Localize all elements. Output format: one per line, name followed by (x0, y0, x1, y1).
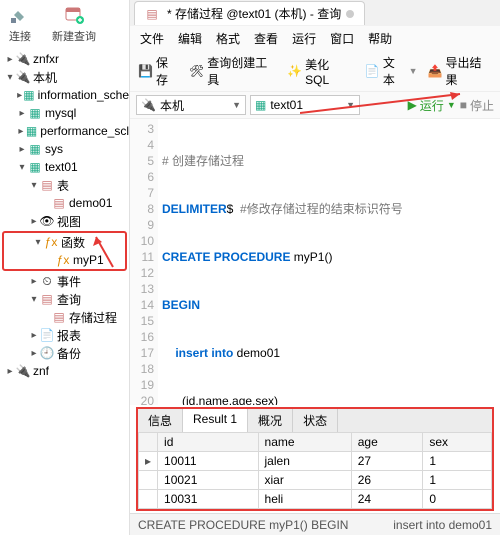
result-grid[interactable]: id name age sex ▸10011jalen271 10021xiar… (138, 432, 492, 509)
database-icon: ▦ (26, 124, 37, 138)
tree-node-db[interactable]: ▸▦sys (0, 140, 129, 158)
play-icon: ▶ (408, 98, 417, 112)
tree-node-backup[interactable]: ▸🕘备份 (0, 344, 129, 362)
status-bar: CREATE PROCEDURE myP1() BEGIN insert int… (130, 513, 500, 535)
sql-editor[interactable]: 34567891011121314151617181920 # 创建存储过程 D… (130, 119, 500, 405)
backup-icon: 🕘 (40, 346, 54, 360)
menu-format[interactable]: 格式 (216, 30, 240, 47)
query-icon: ▤ (40, 292, 54, 306)
chevron-down-icon: ▼ (232, 100, 241, 110)
query-icon: ▤ (145, 7, 159, 21)
database-icon: ▦ (28, 142, 42, 156)
stop-button[interactable]: ■停止 (460, 97, 494, 114)
tree-node-znf[interactable]: ▸🔌znf (0, 362, 129, 380)
table-row[interactable]: 10021xiar261 (139, 471, 492, 490)
save-icon: 💾 (138, 64, 153, 78)
table-row[interactable]: 10031heli240 (139, 490, 492, 509)
view-icon: 👁 (40, 214, 54, 228)
tab-dirty-icon (346, 10, 354, 18)
table-row[interactable]: ▸10011jalen271 (139, 452, 492, 471)
tree-node-report[interactable]: ▸📄报表 (0, 326, 129, 344)
server-icon: 🔌 (16, 364, 30, 378)
export-icon: 📤 (428, 64, 443, 78)
tree-node-events[interactable]: ▸⏲事件 (0, 272, 129, 290)
database-icon: ▦ (23, 88, 34, 102)
tree-node-views[interactable]: ▸👁视图 (0, 212, 129, 230)
menu-run[interactable]: 运行 (292, 30, 316, 47)
beautify-button[interactable]: ✨美化 SQL (287, 56, 355, 87)
plug-icon (8, 4, 32, 26)
database-icon: ▦ (28, 106, 42, 120)
server-icon: 🔌 (141, 98, 156, 112)
tree-node-myp1[interactable]: ƒxmyP1 (4, 251, 125, 269)
database-icon: ▦ (28, 160, 42, 174)
function-icon: ƒx (56, 253, 70, 267)
stop-icon: ■ (460, 98, 467, 112)
text-button[interactable]: 📄文本 ▼ (365, 54, 418, 88)
editor-tabbar: ▤ * 存储过程 @text01 (本机) - 查询 (130, 0, 500, 26)
result-tab-profile[interactable]: 概况 (248, 409, 293, 432)
server-icon: 🔌 (16, 70, 30, 84)
col-sex[interactable]: sex (423, 433, 492, 452)
col-id[interactable]: id (158, 433, 258, 452)
query-icon: ▤ (52, 310, 66, 324)
tree-node-text01[interactable]: ▾▦text01 (0, 158, 129, 176)
result-tab-info[interactable]: 信息 (138, 409, 183, 432)
menu-view[interactable]: 查看 (254, 30, 278, 47)
new-query-icon (62, 4, 86, 26)
tree-node-storedproc[interactable]: ▤存储过程 (0, 308, 129, 326)
tab-title: * 存储过程 @text01 (本机) - 查询 (167, 5, 341, 22)
editor-tab[interactable]: ▤ * 存储过程 @text01 (本机) - 查询 (134, 1, 365, 25)
menu-window[interactable]: 窗口 (330, 30, 354, 47)
function-icon: ƒx (44, 235, 58, 249)
table-group-icon: ▤ (40, 178, 54, 192)
result-tab-status[interactable]: 状态 (293, 409, 338, 432)
connect-button[interactable]: 连接 (8, 4, 32, 44)
event-icon: ⏲ (40, 274, 54, 288)
col-age[interactable]: age (351, 433, 423, 452)
line-gutter: 34567891011121314151617181920 (130, 119, 158, 405)
report-icon: 📄 (40, 328, 54, 342)
tree-node-functions[interactable]: ▾ƒx函数 (4, 233, 125, 251)
database-combo[interactable]: ▦ text01 ▼ (250, 95, 360, 115)
status-right: insert into demo01 (393, 518, 492, 532)
col-name[interactable]: name (258, 433, 351, 452)
builder-icon: 🛠 (189, 64, 204, 78)
menu-help[interactable]: 帮助 (368, 30, 392, 47)
wand-icon: ✨ (287, 64, 302, 78)
results-panel: 信息 Result 1 概况 状态 id name age sex ▸10011… (136, 407, 494, 511)
chevron-down-icon: ▼ (447, 100, 456, 110)
tree-node-db[interactable]: ▸▦mysql (0, 104, 129, 122)
new-query-button[interactable]: 新建查询 (52, 4, 96, 44)
export-button[interactable]: 📤导出结果 (428, 54, 492, 88)
code-area[interactable]: # 创建存储过程 DELIMITER$ #修改存储过程的结束标识符号 CREAT… (158, 119, 500, 405)
menu-file[interactable]: 文件 (140, 30, 164, 47)
menu-edit[interactable]: 编辑 (178, 30, 202, 47)
table-icon: ▤ (52, 196, 66, 210)
tree-node-demo01[interactable]: ▤demo01 (0, 194, 129, 212)
query-builder-button[interactable]: 🛠查询创建工具 (189, 54, 277, 88)
server-icon: 🔌 (16, 52, 30, 66)
tree-node-queries[interactable]: ▾▤查询 (0, 290, 129, 308)
tree-node-db[interactable]: ▸▦performance_scl (0, 122, 129, 140)
save-button[interactable]: 💾保存 (138, 54, 179, 88)
text-icon: 📄 (365, 64, 380, 78)
result-tab-result1[interactable]: Result 1 (183, 409, 248, 432)
chevron-down-icon: ▼ (409, 66, 418, 76)
status-left: CREATE PROCEDURE myP1() BEGIN (138, 518, 348, 532)
chevron-down-icon: ▼ (346, 100, 355, 110)
tree-node-znfxr[interactable]: ▸🔌znfxr (0, 50, 129, 68)
tree-node-tables[interactable]: ▾▤表 (0, 176, 129, 194)
run-button[interactable]: ▶运行 ▼ (408, 97, 456, 114)
database-icon: ▦ (255, 98, 266, 112)
menubar: 文件 编辑 格式 查看 运行 窗口 帮助 (130, 26, 500, 51)
connection-combo[interactable]: 🔌 本机 ▼ (136, 95, 246, 115)
connection-tree[interactable]: ▸🔌znfxr ▾🔌本机 ▸▦information_sche ▸▦mysql … (0, 48, 129, 535)
tree-node-db[interactable]: ▸▦information_sche (0, 86, 129, 104)
tree-node-local[interactable]: ▾🔌本机 (0, 68, 129, 86)
